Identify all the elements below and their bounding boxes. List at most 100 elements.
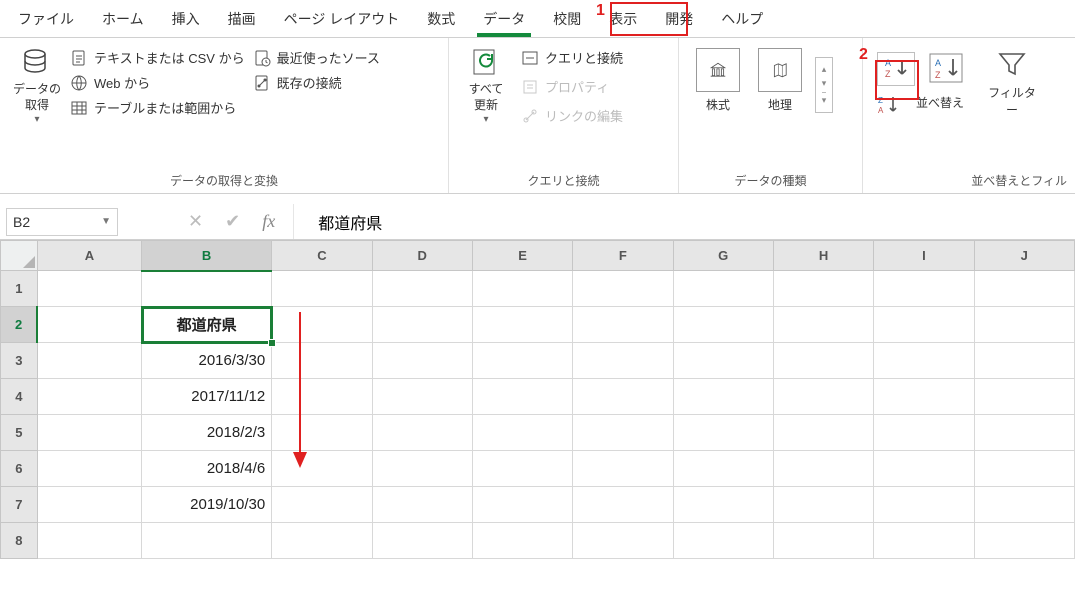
cell-A8[interactable] — [37, 523, 141, 559]
existing-connections-button[interactable]: 既存の接続 — [253, 73, 380, 92]
row-header-7[interactable]: 7 — [1, 487, 38, 523]
name-box-chevron-icon[interactable]: ▼ — [101, 216, 111, 227]
from-web-button[interactable]: Web から — [70, 73, 245, 92]
tab-draw[interactable]: 描画 — [214, 3, 270, 35]
queries-connections-button[interactable]: クエリと接続 — [521, 48, 623, 67]
cell-J2[interactable] — [974, 307, 1074, 343]
cell-B7[interactable]: 2019/10/30 — [142, 487, 272, 523]
cell-D3[interactable] — [372, 343, 472, 379]
cell-A1[interactable] — [37, 271, 141, 307]
cell-G5[interactable] — [673, 415, 773, 451]
cell-J6[interactable] — [974, 451, 1074, 487]
sort-custom-button[interactable]: A Z — [927, 52, 965, 86]
cell-F4[interactable] — [573, 379, 673, 415]
cell-E7[interactable] — [472, 487, 572, 523]
tab-file[interactable]: ファイル — [4, 3, 88, 35]
column-header-D[interactable]: D — [372, 241, 472, 271]
cell-I6[interactable] — [874, 451, 974, 487]
cell-A5[interactable] — [37, 415, 141, 451]
data-types-gallery-dropdown[interactable]: ▴ ▾ ▾ — [815, 57, 833, 113]
insert-function-icon[interactable]: fx — [262, 211, 275, 232]
name-box[interactable]: B2 ▼ — [6, 208, 118, 236]
cell-H2[interactable] — [773, 307, 873, 343]
cell-I3[interactable] — [874, 343, 974, 379]
cell-F6[interactable] — [573, 451, 673, 487]
column-header-J[interactable]: J — [974, 241, 1074, 271]
cell-E4[interactable] — [472, 379, 572, 415]
filter-button[interactable]: フィルター — [985, 48, 1039, 118]
column-header-H[interactable]: H — [773, 241, 873, 271]
cell-G6[interactable] — [673, 451, 773, 487]
cell-F2[interactable] — [573, 307, 673, 343]
formula-input[interactable] — [293, 204, 1075, 239]
sort-ascending-button[interactable]: A Z — [877, 52, 915, 86]
row-header-3[interactable]: 3 — [1, 343, 38, 379]
cell-F1[interactable] — [573, 271, 673, 307]
cell-B5[interactable]: 2018/2/3 — [142, 415, 272, 451]
column-header-B[interactable]: B — [142, 241, 272, 271]
refresh-all-button[interactable]: すべて 更新 ▾ — [457, 42, 515, 130]
row-header-5[interactable]: 5 — [1, 415, 38, 451]
cell-B4[interactable]: 2017/11/12 — [142, 379, 272, 415]
cell-F8[interactable] — [573, 523, 673, 559]
cell-H3[interactable] — [773, 343, 873, 379]
cell-I1[interactable] — [874, 271, 974, 307]
cell-F5[interactable] — [573, 415, 673, 451]
cell-D5[interactable] — [372, 415, 472, 451]
cell-F7[interactable] — [573, 487, 673, 523]
cell-C6[interactable] — [272, 451, 372, 487]
get-data-button[interactable]: データの 取得 ▾ — [8, 42, 66, 130]
tab-developer[interactable]: 開発 — [651, 3, 707, 35]
cell-C5[interactable] — [272, 415, 372, 451]
cell-B3[interactable]: 2016/3/30 — [142, 343, 272, 379]
cell-D4[interactable] — [372, 379, 472, 415]
cell-J8[interactable] — [974, 523, 1074, 559]
cell-C3[interactable] — [272, 343, 372, 379]
cell-C2[interactable] — [272, 307, 372, 343]
cell-J4[interactable] — [974, 379, 1074, 415]
cell-D6[interactable] — [372, 451, 472, 487]
cell-G3[interactable] — [673, 343, 773, 379]
cell-G2[interactable] — [673, 307, 773, 343]
cell-E8[interactable] — [472, 523, 572, 559]
cell-I4[interactable] — [874, 379, 974, 415]
from-table-range-button[interactable]: テーブルまたは範囲から — [70, 98, 245, 117]
cell-E6[interactable] — [472, 451, 572, 487]
from-text-csv-button[interactable]: テキストまたは CSV から — [70, 48, 245, 67]
tab-view[interactable]: 表示 — [595, 3, 651, 35]
cell-A3[interactable] — [37, 343, 141, 379]
select-all-corner[interactable] — [1, 241, 38, 271]
cell-G8[interactable] — [673, 523, 773, 559]
tab-insert[interactable]: 挿入 — [158, 3, 214, 35]
cell-G4[interactable] — [673, 379, 773, 415]
tab-formulas[interactable]: 数式 — [413, 3, 469, 35]
cell-C7[interactable] — [272, 487, 372, 523]
cell-A6[interactable] — [37, 451, 141, 487]
tab-page-layout[interactable]: ページ レイアウト — [270, 3, 414, 35]
cell-C8[interactable] — [272, 523, 372, 559]
column-header-E[interactable]: E — [472, 241, 572, 271]
cell-J3[interactable] — [974, 343, 1074, 379]
cell-E2[interactable] — [472, 307, 572, 343]
cell-C1[interactable] — [272, 271, 372, 307]
cell-G7[interactable] — [673, 487, 773, 523]
row-header-2[interactable]: 2 — [1, 307, 38, 343]
row-header-6[interactable]: 6 — [1, 451, 38, 487]
cell-G1[interactable] — [673, 271, 773, 307]
column-header-C[interactable]: C — [272, 241, 372, 271]
cell-H7[interactable] — [773, 487, 873, 523]
cell-A7[interactable] — [37, 487, 141, 523]
cell-I2[interactable] — [874, 307, 974, 343]
cell-I8[interactable] — [874, 523, 974, 559]
row-header-1[interactable]: 1 — [1, 271, 38, 307]
cell-E3[interactable] — [472, 343, 572, 379]
column-header-G[interactable]: G — [673, 241, 773, 271]
cell-D2[interactable] — [372, 307, 472, 343]
cell-H4[interactable] — [773, 379, 873, 415]
row-header-8[interactable]: 8 — [1, 523, 38, 559]
cell-F3[interactable] — [573, 343, 673, 379]
cell-J1[interactable] — [974, 271, 1074, 307]
cell-B8[interactable] — [142, 523, 272, 559]
cell-E1[interactable] — [472, 271, 572, 307]
stocks-data-type-button[interactable]: 株式 — [691, 48, 745, 113]
